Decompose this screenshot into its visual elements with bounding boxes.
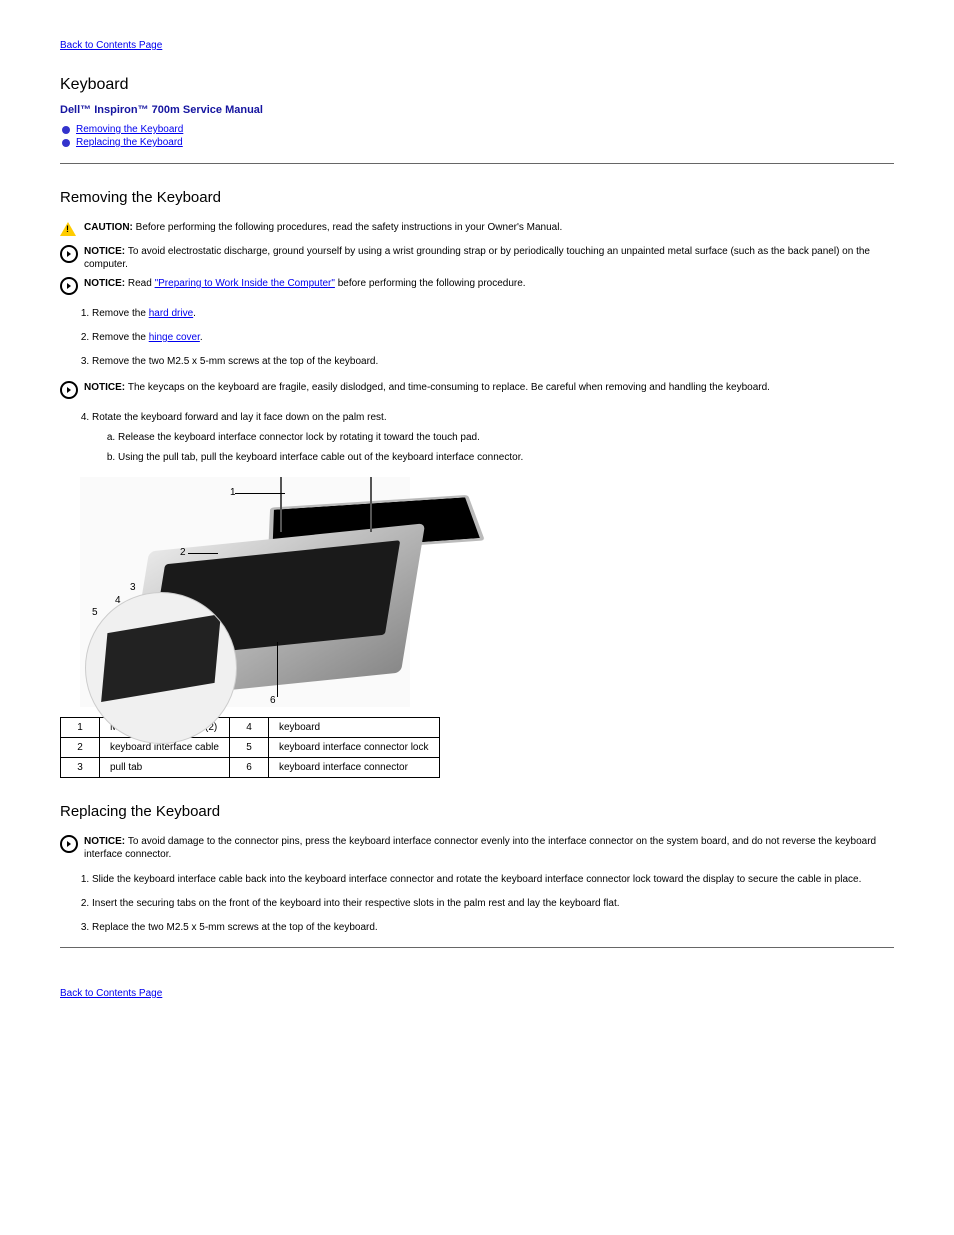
screwdriver-graphic: [370, 477, 372, 532]
notice-text: NOTICE: Read "Preparing to Work Inside t…: [84, 277, 526, 290]
toc-link-replacing[interactable]: Replacing the Keyboard: [76, 137, 183, 148]
sub-step-list: Release the keyboard interface connector…: [92, 431, 894, 465]
notice-text: NOTICE: To avoid damage to the connector…: [84, 835, 894, 861]
table-cell-label: pull tab: [100, 758, 230, 778]
step-item: Insert the securing tabs on the front of…: [92, 897, 894, 911]
table-cell-label: keyboard: [268, 718, 439, 738]
toc-list: Removing the Keyboard Replacing the Keyb…: [60, 124, 894, 148]
caution-icon: [60, 221, 78, 239]
callout-line: [277, 642, 278, 697]
back-link-top: Back to Contents Page: [60, 40, 894, 51]
notice-row: NOTICE: To avoid damage to the connector…: [60, 835, 894, 861]
notice-icon: [60, 277, 78, 295]
notice-text: NOTICE: The keycaps on the keyboard are …: [84, 381, 770, 394]
step-item: Rotate the keyboard forward and lay it f…: [92, 411, 894, 465]
callout-line: [235, 493, 285, 494]
divider: [60, 163, 894, 164]
back-link-anchor-bottom[interactable]: Back to Contents Page: [60, 988, 162, 999]
notice-row: NOTICE: The keycaps on the keyboard are …: [60, 381, 894, 399]
section-title-replacing: Replacing the Keyboard: [60, 803, 894, 820]
step-list-removing-cont: Rotate the keyboard forward and lay it f…: [60, 411, 894, 465]
table-cell-num: 6: [229, 758, 268, 778]
notice-icon: [60, 835, 78, 853]
hinge-cover-link[interactable]: hinge cover: [149, 332, 200, 343]
table-row: 3 pull tab 6 keyboard interface connecto…: [61, 758, 440, 778]
table-cell-label: keyboard interface connector: [268, 758, 439, 778]
step-list-removing: Remove the hard drive. Remove the hinge …: [60, 307, 894, 369]
back-link-anchor[interactable]: Back to Contents Page: [60, 40, 162, 51]
keyboard-diagram: 1 2 3 4 5 6: [80, 477, 410, 707]
screwdriver-graphic: [280, 477, 282, 532]
notice-icon: [60, 245, 78, 263]
prep-link[interactable]: "Preparing to Work Inside the Computer": [155, 278, 335, 289]
callout-2: 2: [180, 547, 186, 558]
table-cell-num: 1: [61, 718, 100, 738]
table-cell-num: 3: [61, 758, 100, 778]
detail-circle-graphic: [85, 592, 237, 744]
section-title-removing: Removing the Keyboard: [60, 189, 894, 206]
notice-row: NOTICE: To avoid electrostatic discharge…: [60, 245, 894, 271]
bullet-icon: [62, 139, 70, 147]
hard-drive-link[interactable]: hard drive: [149, 308, 193, 319]
table-cell-num: 5: [229, 738, 268, 758]
sub-step-item: Release the keyboard interface connector…: [118, 431, 894, 445]
step-item: Remove the two M2.5 x 5-mm screws at the…: [92, 355, 894, 369]
callout-line: [188, 553, 218, 554]
step-item: Slide the keyboard interface cable back …: [92, 873, 894, 887]
caution-row: CAUTION: Before performing the following…: [60, 221, 894, 239]
step-item: Remove the hard drive.: [92, 307, 894, 321]
bullet-icon: [62, 126, 70, 134]
callout-5: 5: [92, 607, 98, 618]
step-list-replacing: Slide the keyboard interface cable back …: [60, 873, 894, 935]
table-cell-num: 2: [61, 738, 100, 758]
divider: [60, 947, 894, 948]
step-item: Replace the two M2.5 x 5-mm screws at th…: [92, 921, 894, 935]
table-cell-label: keyboard interface connector lock: [268, 738, 439, 758]
toc-item: Replacing the Keyboard: [62, 137, 894, 148]
notice-icon: [60, 381, 78, 399]
page-title: Keyboard: [60, 76, 894, 94]
callout-6: 6: [270, 695, 276, 706]
notice-text: NOTICE: To avoid electrostatic discharge…: [84, 245, 894, 271]
callout-3: 3: [130, 582, 136, 593]
sub-step-item: Using the pull tab, pull the keyboard in…: [118, 451, 894, 465]
step-item: Remove the hinge cover.: [92, 331, 894, 345]
caution-text: CAUTION: Before performing the following…: [84, 221, 562, 234]
manual-subtitle: Dell™ Inspiron™ 700m Service Manual: [60, 104, 894, 116]
notice-row: NOTICE: Read "Preparing to Work Inside t…: [60, 277, 894, 295]
callout-4: 4: [115, 595, 121, 606]
back-link-bottom: Back to Contents Page: [60, 988, 894, 999]
toc-link-removing[interactable]: Removing the Keyboard: [76, 124, 183, 135]
table-row: 2 keyboard interface cable 5 keyboard in…: [61, 738, 440, 758]
table-cell-num: 4: [229, 718, 268, 738]
toc-item: Removing the Keyboard: [62, 124, 894, 135]
